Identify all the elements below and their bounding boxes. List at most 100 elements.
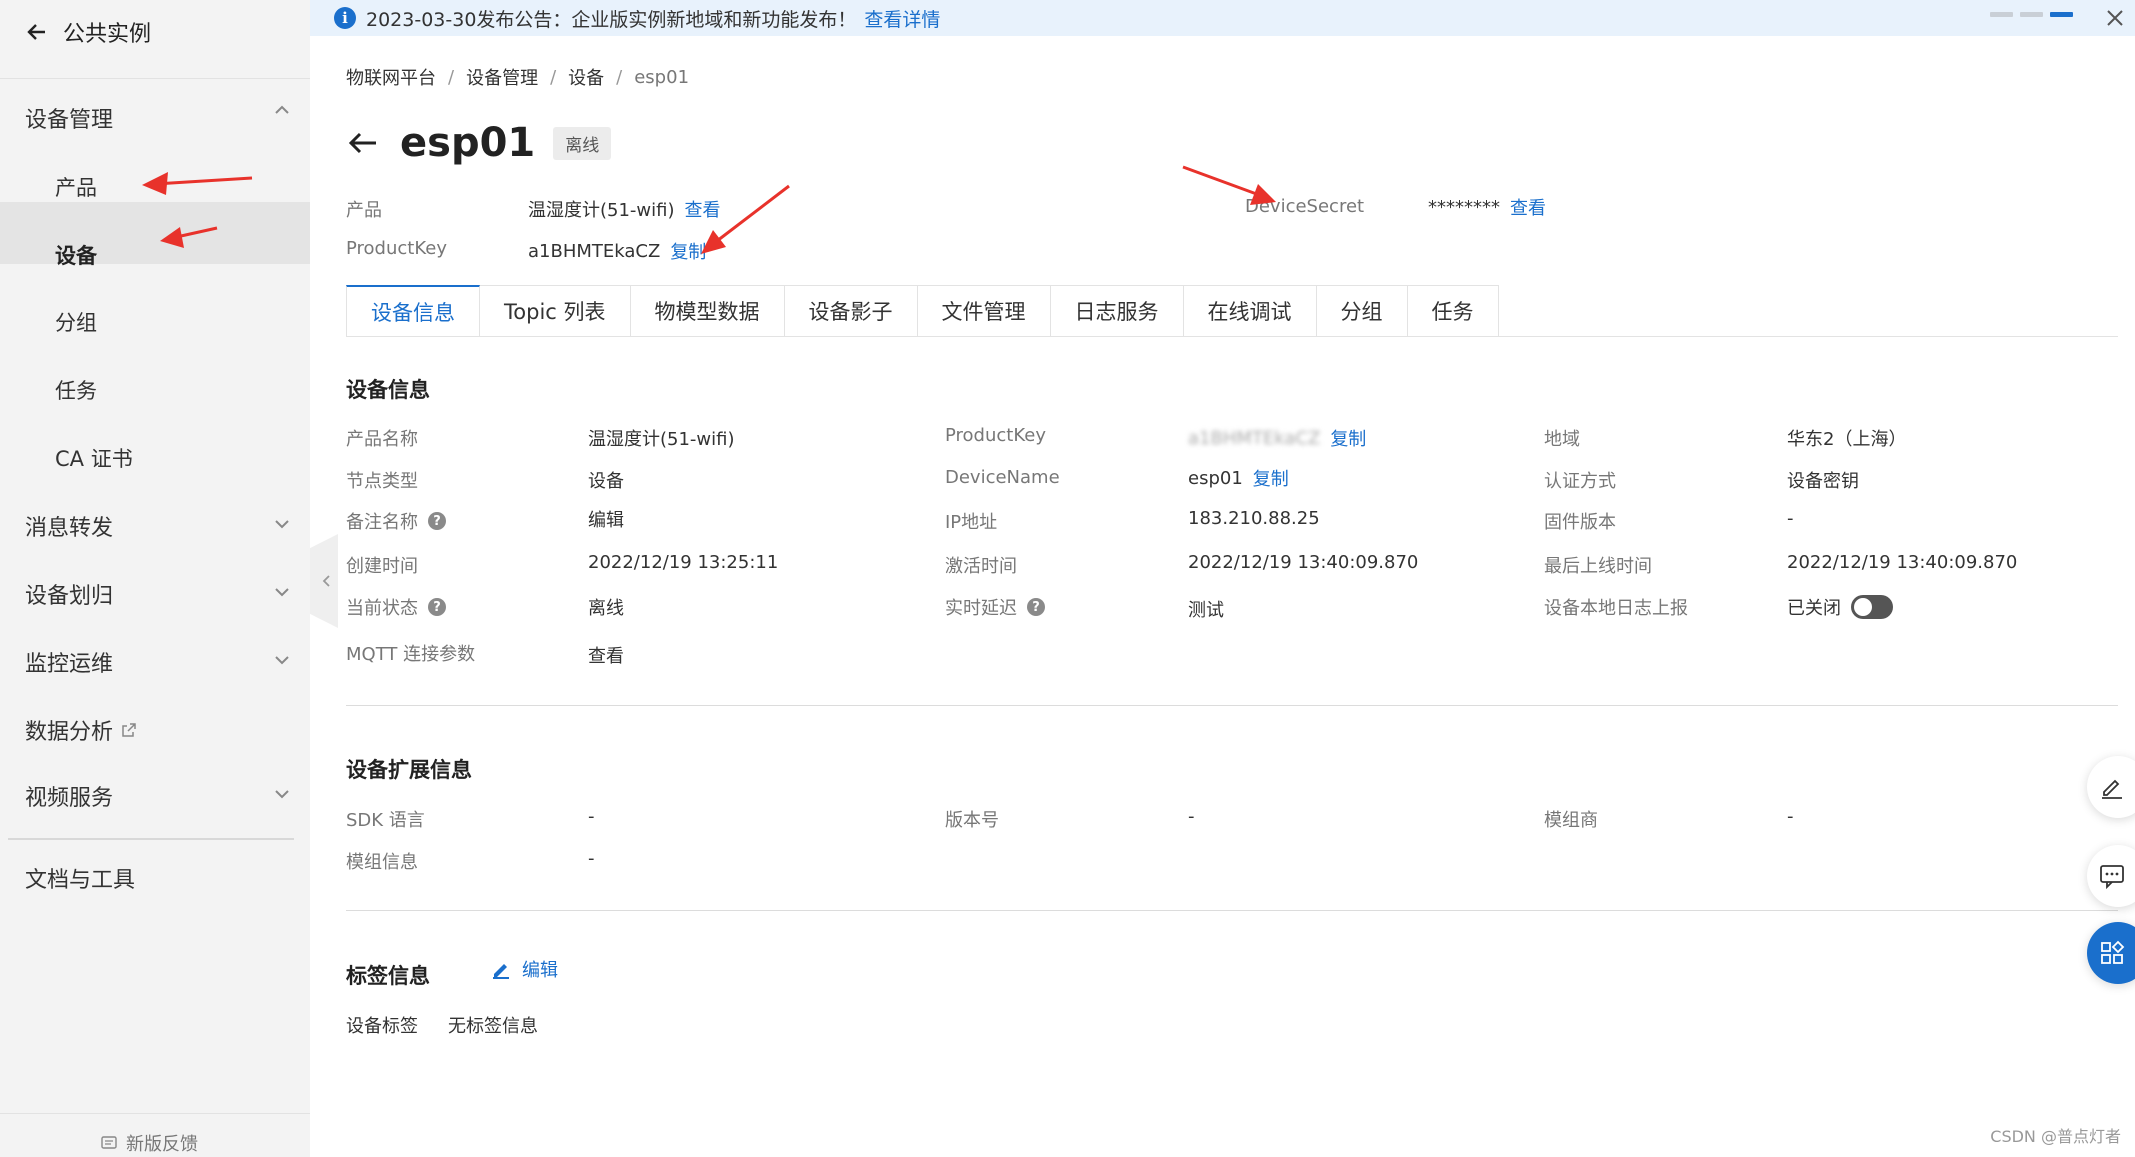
arrow-left-icon <box>27 24 45 40</box>
back-to-instances-link[interactable]: 公共实例 <box>25 14 151 50</box>
breadcrumb-separator: / <box>550 66 557 88</box>
breadcrumb-current: esp01 <box>634 66 690 88</box>
chevron-down-icon[interactable] <box>272 650 292 670</box>
back-arrow-icon[interactable] <box>346 126 380 160</box>
sidebar-group-message-forward[interactable]: 消息转发 <box>25 510 113 542</box>
info-value-row: a1BHMTEkaCZ 复制 <box>1188 425 1366 451</box>
tab-log-service[interactable]: 日志服务 <box>1050 285 1184 337</box>
info-label: SDK 语言 <box>346 810 425 831</box>
group-label: 消息转发 <box>25 516 114 541</box>
breadcrumb-item[interactable]: 物联网平台 <box>346 64 436 90</box>
float-apps-button[interactable] <box>2087 922 2135 984</box>
productkey-copy-link[interactable]: 复制 <box>670 238 706 264</box>
info-label: 设备本地日志上报 <box>1544 598 1688 619</box>
sidebar-divider <box>0 78 310 79</box>
group-label: 数据分析 <box>25 720 114 745</box>
sidebar-item-group[interactable]: 分组 <box>55 307 97 337</box>
tab-group[interactable]: 分组 <box>1316 285 1408 337</box>
tab-thing-model-data[interactable]: 物模型数据 <box>630 285 785 337</box>
latency-test-link[interactable]: 测试 <box>1188 596 1224 622</box>
carousel-dot[interactable] <box>2020 12 2043 17</box>
sidebar-divider <box>8 838 294 840</box>
breadcrumb-item[interactable]: 设备管理 <box>466 64 538 90</box>
pencil-icon <box>493 964 509 979</box>
close-icon[interactable] <box>2103 6 2127 30</box>
sidebar-group-docs-tools[interactable]: 文档与工具 <box>25 862 135 894</box>
devicesecret-value-row: ******** 查看 <box>1428 194 1546 220</box>
info-value: 设备 <box>588 471 624 492</box>
sidebar-group-monitor-ops[interactable]: 监控运维 <box>25 646 113 678</box>
productkey-value-row: a1BHMTEkaCZ 复制 <box>528 238 706 264</box>
edit-label: 编辑 <box>522 960 558 981</box>
tab-online-debug[interactable]: 在线调试 <box>1183 285 1317 337</box>
float-chat-button[interactable] <box>2087 845 2135 907</box>
tab-device-shadow[interactable]: 设备影子 <box>784 285 918 337</box>
page-header: esp01 离线 <box>346 120 612 166</box>
devicesecret-label: DeviceSecret <box>1245 196 1365 217</box>
chevron-down-icon[interactable] <box>272 784 292 804</box>
feedback-label: 新版反馈 <box>126 1134 198 1155</box>
sidebar-item-device[interactable]: 设备 <box>55 240 97 270</box>
sidebar-divider <box>0 1113 310 1114</box>
tab-topic-list[interactable]: Topic 列表 <box>480 285 631 337</box>
feedback-link[interactable]: 新版反馈 <box>100 1130 198 1156</box>
chevron-up-icon[interactable] <box>272 100 292 120</box>
sidebar: 公共实例 设备管理 产品 设备 分组 任务 CA 证书 消息转发 设备划归 监控… <box>0 0 310 1157</box>
devicesecret-view-link[interactable]: 查看 <box>1510 194 1546 220</box>
info-label: 备注名称 <box>346 512 418 533</box>
help-icon[interactable]: ? <box>428 512 446 530</box>
sidebar-collapse-handle[interactable] <box>310 534 338 628</box>
tab-task[interactable]: 任务 <box>1407 285 1499 337</box>
breadcrumb-separator: / <box>616 66 623 88</box>
productkey-label: ProductKey <box>346 238 447 259</box>
sidebar-group-data-analysis[interactable]: 数据分析 <box>25 714 137 746</box>
sidebar-group-video-service[interactable]: 视频服务 <box>25 780 113 812</box>
sidebar-item-product[interactable]: 产品 <box>55 172 97 202</box>
info-value: - <box>588 806 595 827</box>
carousel-dot[interactable] <box>1990 12 2013 17</box>
sidebar-item-task[interactable]: 任务 <box>55 375 97 405</box>
info-label: 版本号 <box>945 810 999 831</box>
edit-remark-link[interactable]: 编辑 <box>588 506 624 532</box>
help-icon[interactable]: ? <box>1027 598 1045 616</box>
info-label: 节点类型 <box>346 471 418 492</box>
breadcrumb-item[interactable]: 设备 <box>568 64 604 90</box>
announcement-details-link[interactable]: 查看详情 <box>864 5 940 32</box>
info-value: 温湿度计(51-wifi) <box>588 429 735 450</box>
tag-value: 无标签信息 <box>448 1016 538 1037</box>
edit-tags-button[interactable]: 编辑 <box>490 956 558 982</box>
devicesecret-value: ******** <box>1428 196 1500 218</box>
page-title: esp01 <box>400 120 536 166</box>
chevron-down-icon[interactable] <box>272 514 292 534</box>
tab-device-info[interactable]: 设备信息 <box>346 285 480 337</box>
info-label: MQTT 连接参数 <box>346 644 476 665</box>
info-value: - <box>588 848 595 869</box>
log-report-toggle[interactable] <box>1851 595 1893 619</box>
sidebar-group-device-mgmt[interactable]: 设备管理 <box>25 102 113 134</box>
copy-link[interactable]: 复制 <box>1330 425 1366 451</box>
info-label: IP地址 <box>945 512 998 533</box>
tabs-baseline <box>346 336 2118 337</box>
info-value: - <box>1787 806 1794 827</box>
log-report-toggle-row: 已关闭 <box>1787 594 1893 620</box>
chevron-down-icon[interactable] <box>272 582 292 602</box>
tab-file-management[interactable]: 文件管理 <box>917 285 1051 337</box>
info-value: 2022/12/19 13:40:09.870 <box>1188 552 1419 573</box>
section-divider <box>346 705 2118 706</box>
help-icon[interactable]: ? <box>428 598 446 616</box>
mqtt-params-view-link[interactable]: 查看 <box>588 642 624 668</box>
info-label: 模组信息 <box>346 852 418 873</box>
carousel-dot-active[interactable] <box>2050 12 2073 17</box>
product-label: 产品 <box>346 200 382 221</box>
sidebar-group-device-assign[interactable]: 设备划归 <box>25 578 113 610</box>
float-edit-button[interactable] <box>2087 756 2135 818</box>
info-label: 实时延迟 <box>945 598 1017 619</box>
status-badge: 离线 <box>553 126 612 160</box>
carousel-indicator[interactable] <box>1990 12 2073 17</box>
copy-link[interactable]: 复制 <box>1253 465 1289 491</box>
product-view-link[interactable]: 查看 <box>685 196 721 222</box>
group-label: 文档与工具 <box>25 868 136 893</box>
group-label: 设备划归 <box>25 584 114 609</box>
info-value: 离线 <box>588 598 624 619</box>
sidebar-item-ca-cert[interactable]: CA 证书 <box>55 443 133 473</box>
